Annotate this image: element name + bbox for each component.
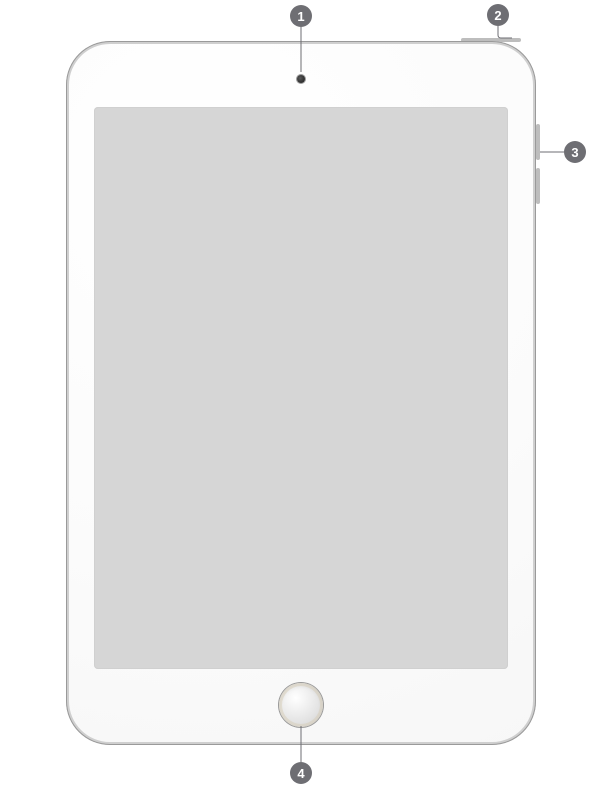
front-camera-icon <box>297 75 305 83</box>
callout-badge: 1 <box>290 5 312 27</box>
tablet-screen <box>94 107 508 669</box>
volume-up-icon <box>536 124 540 160</box>
callout-badge: 3 <box>564 141 586 163</box>
callout-2: 2 <box>487 4 509 26</box>
callout-3: 3 <box>564 141 586 163</box>
callout-badge: 2 <box>487 4 509 26</box>
callout-badge: 4 <box>290 762 312 784</box>
callout-4: 4 <box>290 762 312 784</box>
diagram-stage: 1 2 3 4 <box>0 0 602 788</box>
volume-down-icon <box>536 168 540 204</box>
tablet-device <box>66 41 536 745</box>
home-button-icon <box>279 683 323 727</box>
callout-1: 1 <box>290 5 312 27</box>
